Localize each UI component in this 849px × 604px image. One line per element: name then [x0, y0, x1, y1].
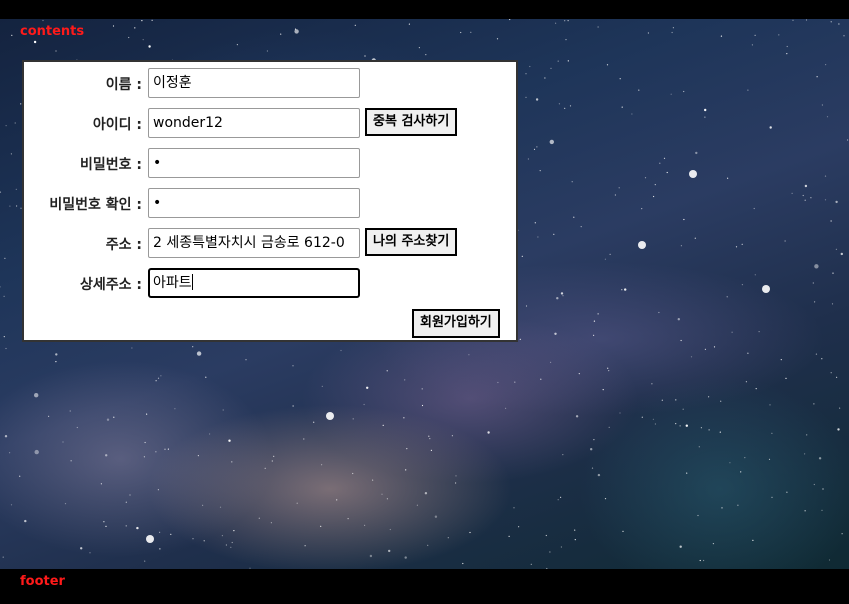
password-confirm-label: 비밀번호 확인 : — [49, 197, 142, 213]
name-row: 이름 : 이정훈 — [24, 68, 520, 98]
signup-form: 이름 : 이정훈 아이디 : wonder12 중복 검사하기 비밀번호 : •… — [22, 60, 518, 342]
address-detail-row: 상세주소 : 아파트 — [24, 268, 520, 298]
address-detail-input[interactable]: 아파트 — [148, 268, 360, 298]
password-input[interactable]: • — [148, 148, 360, 178]
password-confirm-row: 비밀번호 확인 : • — [24, 188, 520, 218]
top-bar — [0, 0, 849, 19]
password-row: 비밀번호 : • — [24, 148, 520, 178]
name-label: 이름 : — [105, 77, 142, 93]
text-caret — [191, 274, 193, 290]
name-input[interactable]: 이정훈 — [148, 68, 360, 98]
userid-row: 아이디 : wonder12 중복 검사하기 — [24, 108, 520, 138]
password-confirm-input[interactable]: • — [148, 188, 360, 218]
footer-label: footer — [20, 574, 65, 589]
duplicate-check-button[interactable]: 중복 검사하기 — [365, 108, 458, 136]
signup-submit-button[interactable]: 회원가입하기 — [412, 309, 500, 338]
bottom-bar — [0, 569, 849, 604]
find-address-button[interactable]: 나의 주소찾기 — [365, 228, 458, 256]
userid-label: 아이디 : — [92, 117, 142, 133]
address-detail-label: 상세주소 : — [80, 277, 142, 293]
address-detail-value: 아파트 — [153, 275, 192, 291]
userid-input[interactable]: wonder12 — [148, 108, 360, 138]
address-label: 주소 : — [105, 237, 142, 253]
contents-label: contents — [20, 24, 85, 39]
address-row: 주소 : 2 세종특별자치시 금송로 612-0 나의 주소찾기 — [24, 228, 520, 258]
password-label: 비밀번호 : — [80, 157, 142, 173]
address-input[interactable]: 2 세종특별자치시 금송로 612-0 — [148, 228, 360, 258]
